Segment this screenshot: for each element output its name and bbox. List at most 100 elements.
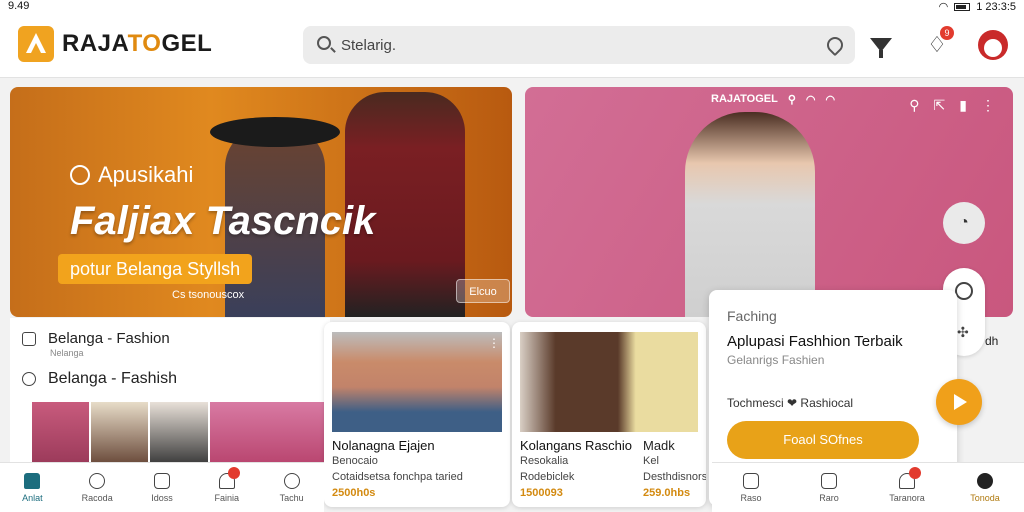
clock-icon: ◔ (959, 214, 969, 231)
bookmark-icon (743, 472, 759, 489)
product-price: 1500093 (520, 487, 563, 499)
nav-item-notifications[interactable]: Fainia (194, 463, 259, 512)
product-line2: Cotaidsetsa fonchpa taried (332, 471, 463, 483)
product-line1: Benocaio (332, 455, 378, 467)
filter-button[interactable] (866, 30, 896, 60)
edge-card-price: 259.0hbs (643, 487, 691, 499)
hero-small-text: Cs tsonouscox (172, 289, 245, 301)
product-card[interactable]: Kolangans Raschio Resokalia Rodebiclek 1… (512, 322, 706, 507)
panel-title: Aplupasi Fashhion Terbaik (727, 333, 903, 350)
more-icon[interactable]: ⋮ (488, 336, 500, 350)
wifi-icon: ◠ (825, 94, 836, 106)
list-item[interactable]: Belanga - Fashion (22, 330, 170, 347)
camera-search-icon[interactable] (823, 33, 847, 57)
home-icon (24, 472, 41, 489)
search-icon[interactable] (317, 36, 331, 50)
hero-headline: Faljiax Tascncik (70, 199, 376, 243)
panel-action-button[interactable]: Foaol SOfnes (727, 421, 919, 459)
thumbnail-strip (32, 402, 325, 464)
brand-circle-icon (70, 165, 90, 185)
hero-banner-right[interactable]: RAJATOGEL ⚲ ◠ ◠ ⚲ ⇱ ▮ ⋮ (525, 87, 1013, 317)
product-line1: Resokalia (520, 455, 569, 467)
product-image (520, 332, 698, 432)
bottom-nav-left: Anlat Racoda Idoss Fainia Tachu (0, 462, 324, 512)
notifications-button[interactable]: ♢ 9 (922, 26, 954, 60)
list-item-label: Belanga - Fashish (48, 370, 177, 387)
model-woman-image (685, 112, 815, 317)
product-image (332, 332, 502, 432)
nav-item-home[interactable]: Anlat (0, 463, 65, 512)
notification-badge: 9 (940, 26, 954, 40)
hero-right-brand: RAJATOGEL (711, 93, 778, 105)
header-actions: ♢ 9 (866, 26, 1008, 60)
info-icon (153, 472, 170, 489)
category-list: Belanga - Fashion Nelanga Belanga - Fash… (10, 318, 330, 468)
edge-card-line1: Kel (643, 455, 659, 467)
app-header: RAJATOGEL ♢ 9 (0, 14, 1024, 78)
search-icon (283, 472, 300, 489)
nav-item-alerts[interactable]: Taranora (868, 463, 946, 512)
logo[interactable]: RAJATOGEL (18, 26, 212, 62)
logo-text: RAJATOGEL (62, 30, 213, 57)
search-input[interactable] (341, 32, 811, 58)
timer-icon[interactable] (955, 282, 973, 300)
hero-tagline: potur Belanga Styllsh (58, 254, 253, 284)
hero-cta-button[interactable]: Elcuo (456, 279, 510, 303)
thumbnail-image[interactable] (150, 402, 208, 464)
profile-icon (977, 472, 993, 489)
send-button[interactable] (936, 379, 982, 425)
product-title: Kolangans Raschio (520, 438, 633, 453)
history-button[interactable]: ◔ (943, 202, 985, 244)
filter-icon (870, 38, 892, 58)
notification-badge (228, 467, 241, 479)
nav-item-info[interactable]: Idoss (130, 463, 195, 512)
thumbnail-image[interactable] (209, 402, 325, 464)
nav-item-search[interactable]: Tachu (259, 463, 324, 512)
list-item[interactable]: Belanga - Fashish (22, 370, 177, 388)
wifi-icon: ◠ (938, 1, 949, 13)
edge-label: dh (985, 334, 999, 348)
avatar[interactable] (978, 30, 1008, 60)
hero-right-actions: ⚲ ⇱ ▮ ⋮ (909, 97, 995, 114)
logo-icon (18, 26, 54, 62)
hero-banner-left[interactable]: Apusikahi Faljiax Tascncik potur Belanga… (10, 87, 512, 317)
thumbnail-image[interactable] (32, 402, 90, 464)
bag-icon[interactable]: ▮ (959, 97, 967, 114)
product-line2: Rodebiclek (520, 471, 575, 483)
product-card[interactable]: ⋮ Nolanagna Ejajen Benocaio Cotaidsetsa … (324, 322, 510, 507)
hat-shape (210, 117, 340, 147)
list-icon (821, 472, 837, 489)
bottom-nav-right: Raso Raro Taranora Tonoda (712, 462, 1024, 512)
more-icon[interactable]: ⋮ (981, 97, 995, 114)
hero-subtitle-row: Apusikahi (70, 162, 193, 188)
thumbnail-image[interactable] (91, 402, 149, 464)
nav-item-explore[interactable]: Racoda (65, 463, 130, 512)
status-time: 9.49 (8, 0, 30, 12)
search-bar (303, 26, 855, 64)
search-icon[interactable]: ⚲ (909, 97, 919, 114)
product-title: Nolanagna Ejajen (332, 438, 435, 453)
search-icon: ⚲ (787, 94, 796, 106)
product-price: 2500h0s (332, 487, 376, 499)
compass-icon (89, 472, 106, 489)
nav-item-saved[interactable]: Raso (712, 463, 790, 512)
status-icons: ◠ 1 23:3:5 (938, 0, 1016, 14)
hero-subtitle: Apusikahi (98, 162, 194, 187)
list-item-sub: Nelanga (50, 348, 84, 358)
edge-card-title: Madk (643, 438, 675, 453)
list-item-label: Belanga - Fashion (48, 330, 170, 347)
wifi-icon: ◠ (805, 94, 816, 106)
nav-item-orders[interactable]: Raro (790, 463, 868, 512)
nav-item-profile[interactable]: Tonoda (946, 463, 1024, 512)
clock-icon (22, 372, 36, 386)
status-bar: 9.49 ◠ 1 23:3:5 (0, 0, 1024, 14)
share-icon[interactable]: ⇱ (934, 97, 946, 114)
status-clock: 1 23:3:5 (976, 0, 1016, 13)
hero-right-topbar: RAJATOGEL ⚲ ◠ ◠ (711, 93, 835, 106)
move-icon[interactable]: ✣ (957, 324, 969, 341)
panel-label: Faching (727, 308, 777, 324)
checkbox-icon (22, 331, 36, 346)
panel-meta: Tochmesci ❤ Rashiocal (727, 396, 854, 410)
edge-card-line2: Desthdisnorsh (643, 471, 706, 483)
panel-subtitle: Gelanrigs Fashien (727, 353, 825, 367)
